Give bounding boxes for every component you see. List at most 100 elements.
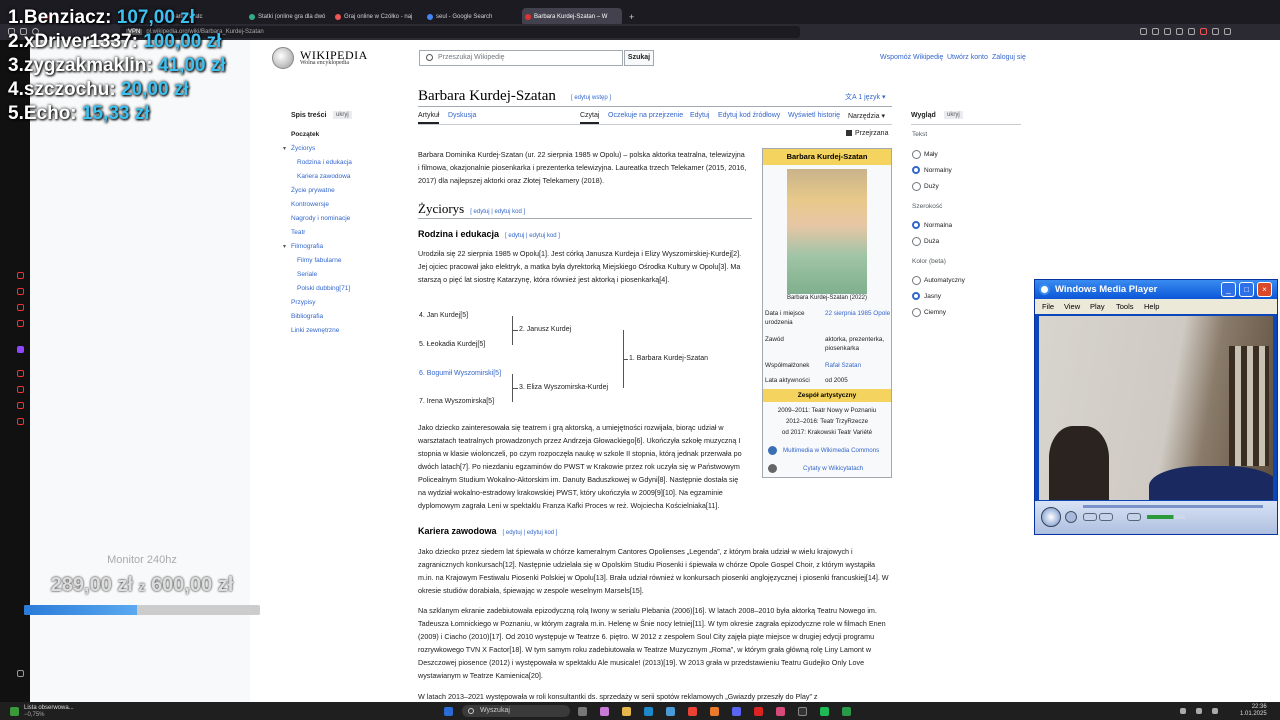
tab-pending-review[interactable]: Oczekuje na przejrzenie bbox=[608, 112, 683, 119]
sidebar-icon-7[interactable] bbox=[17, 402, 24, 409]
sidebar-icon-8[interactable] bbox=[17, 418, 24, 425]
weather-widget-icon[interactable] bbox=[10, 707, 19, 716]
next-button[interactable] bbox=[1099, 513, 1113, 521]
bookmarks-icon[interactable] bbox=[1152, 28, 1159, 35]
toc-item[interactable]: Filmy fabularne bbox=[297, 257, 341, 264]
toc-collapse-icon[interactable]: ▾ bbox=[283, 145, 286, 152]
start-icon[interactable] bbox=[444, 707, 453, 716]
clock[interactable]: 22:36 1.01.2025 bbox=[1240, 704, 1267, 718]
tab-edit[interactable]: Edytuj bbox=[690, 112, 709, 119]
login-link[interactable]: Zaloguj się bbox=[992, 54, 1026, 61]
search-button[interactable]: Szukaj bbox=[624, 50, 654, 66]
account-icon[interactable] bbox=[1188, 28, 1195, 35]
edge-icon[interactable] bbox=[644, 707, 653, 716]
infobox-value[interactable]: 22 sierpnia 1985 Opole bbox=[825, 309, 891, 318]
color-dark-radio[interactable]: Ciemny bbox=[912, 308, 946, 317]
menu-file[interactable]: File bbox=[1042, 299, 1054, 314]
opera-gx-icon[interactable] bbox=[776, 707, 785, 716]
menu-tools[interactable]: Tools bbox=[1116, 299, 1134, 314]
sidebar-icon-4[interactable] bbox=[17, 320, 24, 327]
chrome-icon[interactable] bbox=[688, 707, 697, 716]
toc-item[interactable]: Teatr bbox=[291, 229, 305, 236]
text-size-small-radio[interactable]: Mały bbox=[912, 150, 938, 159]
settings-icon[interactable] bbox=[1212, 28, 1219, 35]
infobox-photo[interactable] bbox=[787, 169, 867, 294]
maximize-button[interactable]: □ bbox=[1239, 282, 1254, 297]
extensions-icon[interactable] bbox=[1140, 28, 1147, 35]
previous-button[interactable] bbox=[1083, 513, 1097, 521]
toc-item[interactable]: Życie prywatne bbox=[291, 187, 335, 194]
file-explorer-icon[interactable] bbox=[622, 707, 631, 716]
vlc-icon[interactable] bbox=[710, 707, 719, 716]
menu-help[interactable]: Help bbox=[1144, 299, 1159, 314]
stock-widget[interactable]: Lista obserwowa... −0,75% bbox=[24, 705, 74, 718]
media-player-window[interactable]: Windows Media Player _ □ × File View Pla… bbox=[1034, 279, 1278, 535]
infobox-value[interactable]: Rafał Szatan bbox=[825, 361, 891, 370]
network-icon[interactable] bbox=[1196, 708, 1202, 714]
spotify-icon[interactable] bbox=[820, 707, 829, 716]
edit-section-link[interactable]: [ edytuj | edytuj kod ] bbox=[470, 209, 525, 215]
mute-button[interactable] bbox=[1127, 513, 1141, 521]
copilot-icon[interactable] bbox=[600, 707, 609, 716]
edit-intro-link[interactable]: [ edytuj wstęp ] bbox=[571, 95, 611, 101]
downloads-icon[interactable] bbox=[1164, 28, 1171, 35]
color-light-radio[interactable]: Jasny bbox=[912, 292, 941, 300]
menu-view[interactable]: View bbox=[1064, 299, 1080, 314]
toc-item[interactable]: Seriale bbox=[297, 271, 317, 278]
toc-hide-button[interactable]: ukryj bbox=[333, 111, 352, 119]
wikipedia-logo-icon[interactable] bbox=[272, 47, 294, 69]
taskbar-search[interactable]: Wyszukaj bbox=[462, 705, 570, 717]
reviewed-badge[interactable]: Przejrzana bbox=[846, 130, 888, 137]
create-account-link[interactable]: Utwórz konto bbox=[947, 54, 988, 61]
toc-item[interactable]: Polski dubbing[71] bbox=[297, 285, 350, 292]
language-button[interactable]: 文A 1 język ▾ bbox=[845, 92, 886, 102]
opera-icon[interactable] bbox=[754, 707, 763, 716]
twitch-icon[interactable] bbox=[17, 346, 24, 353]
appearance-hide-button[interactable]: ukryj bbox=[944, 111, 963, 119]
toc-item[interactable]: Życiorys bbox=[291, 145, 315, 152]
volume-icon[interactable] bbox=[1212, 708, 1218, 714]
tray-chevron-icon[interactable] bbox=[1180, 708, 1186, 714]
tab-discussion[interactable]: Dyskusja bbox=[448, 112, 476, 119]
toc-item[interactable]: Przypisy bbox=[291, 299, 316, 306]
tree-node-6[interactable]: 6. Bogumił Wyszomirski[5] bbox=[419, 370, 501, 377]
close-button[interactable]: × bbox=[1257, 282, 1272, 297]
commons-link[interactable]: Multimedia w Wikimedia Commons bbox=[783, 447, 879, 454]
volume-slider[interactable] bbox=[1147, 515, 1185, 519]
heart-icon[interactable] bbox=[1200, 28, 1207, 35]
sidebar-icon-2[interactable] bbox=[17, 288, 24, 295]
tab-edit-source[interactable]: Edytuj kod źródłowy bbox=[718, 112, 780, 119]
toc-item[interactable]: Kontrowersje bbox=[291, 201, 329, 208]
stop-button[interactable] bbox=[1065, 511, 1077, 523]
obs-icon[interactable] bbox=[798, 707, 807, 716]
width-normal-radio[interactable]: Normalna bbox=[912, 221, 952, 229]
seek-bar[interactable] bbox=[1083, 505, 1263, 508]
toc-item[interactable]: Bibliografia bbox=[291, 313, 323, 320]
edit-subsection-link[interactable]: [ edytuj | edytuj kod ] bbox=[505, 233, 560, 239]
sidebar-icon-6[interactable] bbox=[17, 386, 24, 393]
play-button[interactable] bbox=[1041, 507, 1061, 527]
sidebar-icon-3[interactable] bbox=[17, 304, 24, 311]
discord-icon[interactable] bbox=[732, 707, 741, 716]
tab-article[interactable]: Artykuł bbox=[418, 112, 440, 124]
donate-link[interactable]: Wspomóż Wikipedię bbox=[880, 54, 943, 61]
sidebar-settings-icon[interactable] bbox=[17, 670, 24, 677]
menu-icon[interactable] bbox=[1224, 28, 1231, 35]
sidebar-icon-5[interactable] bbox=[17, 370, 24, 377]
search-input[interactable]: Przeszukaj Wikipedię bbox=[419, 50, 623, 66]
toc-item[interactable]: Nagrody i nominacje bbox=[291, 215, 350, 222]
minimize-button[interactable]: _ bbox=[1221, 282, 1236, 297]
shield-icon[interactable] bbox=[1176, 28, 1183, 35]
store-icon[interactable] bbox=[666, 707, 675, 716]
wikiquote-link[interactable]: Cytaty w Wikicytatach bbox=[803, 465, 863, 472]
color-auto-radio[interactable]: Automatyczny bbox=[912, 276, 965, 285]
toc-collapse-icon[interactable]: ▾ bbox=[283, 243, 286, 250]
toc-item[interactable]: Rodzina i edukacja bbox=[297, 159, 352, 166]
menu-play[interactable]: Play bbox=[1090, 299, 1105, 314]
toc-item[interactable]: Kariera zawodowa bbox=[297, 173, 350, 180]
toc-item[interactable]: Linki zewnętrzne bbox=[291, 327, 339, 334]
tools-menu[interactable]: Narzędzia ▾ bbox=[848, 112, 885, 120]
app-icon[interactable] bbox=[842, 707, 851, 716]
sidebar-icon-1[interactable] bbox=[17, 272, 24, 279]
text-size-normal-radio[interactable]: Normalny bbox=[912, 166, 952, 174]
